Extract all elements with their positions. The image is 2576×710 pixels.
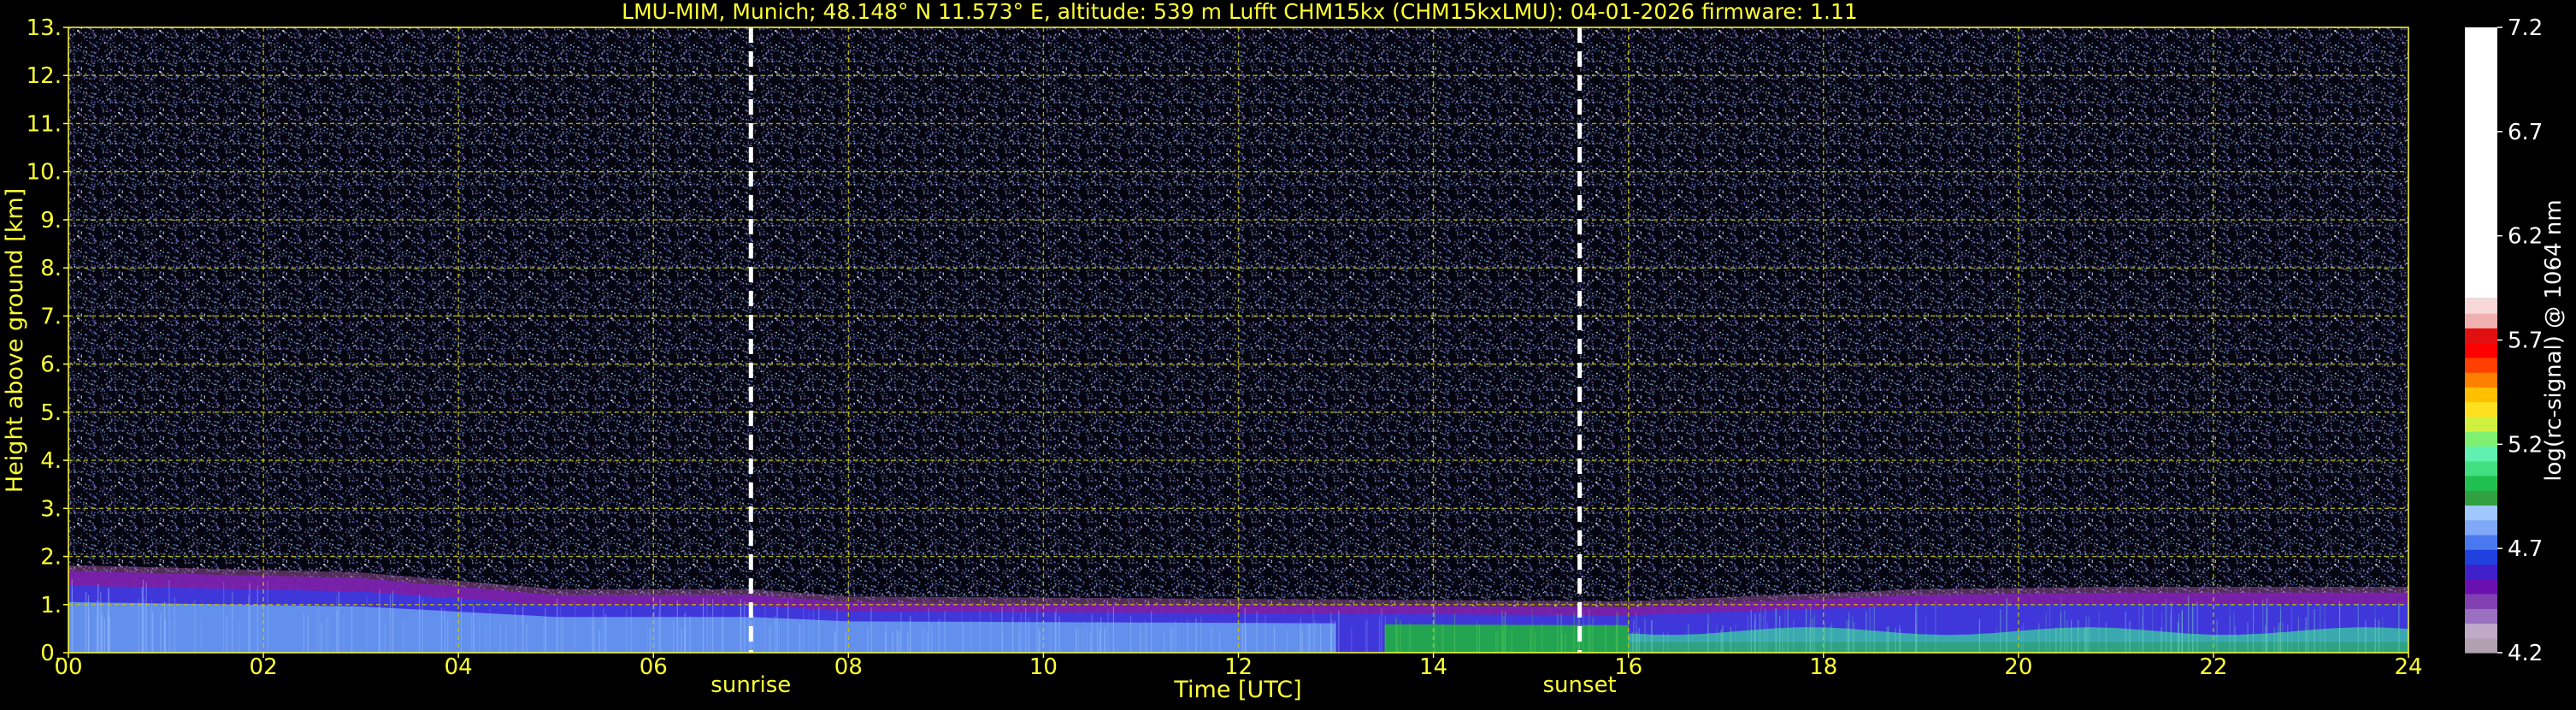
aerosol-green-band	[1384, 624, 1629, 653]
colorbar-tick-label: 6.2	[2508, 224, 2543, 250]
ceilometer-figure: LMU-MIM, Munich; 48.148° N 11.573° E, al…	[0, 0, 2576, 707]
x-tick-label: 10	[1029, 654, 1058, 680]
y-tick-label: 10.	[27, 160, 62, 186]
colorbar-tick-label: 6.7	[2508, 120, 2543, 145]
colorbar-tick-label: 7.2	[2508, 15, 2543, 41]
x-tick-label: 02	[250, 654, 278, 680]
colorbar-segment	[2465, 446, 2497, 462]
colorbar-segment	[2465, 328, 2497, 344]
colorbar-segment	[2465, 475, 2497, 491]
colorbar-segment	[2465, 519, 2497, 535]
y-tick-label: 13.	[27, 15, 62, 41]
chart-title: LMU-MIM, Munich; 48.148° N 11.573° E, al…	[622, 0, 1858, 24]
colorbar-segment	[2465, 27, 2497, 299]
y-tick-label: 3.	[40, 496, 62, 522]
marker-label-sunrise: sunrise	[710, 672, 791, 698]
colorbar-segment	[2465, 460, 2497, 476]
colorbar-segment	[2465, 623, 2497, 639]
colorbar-segment	[2465, 608, 2497, 624]
colorbar-segment	[2465, 505, 2497, 521]
x-tick-label: 16	[1614, 654, 1642, 680]
y-tick-label: 5.	[40, 400, 62, 426]
y-axis-label: Height above ground [km]	[2, 188, 28, 493]
x-tick-label: 00	[54, 654, 82, 680]
colorbar-segment	[2465, 416, 2497, 432]
colorbar-segment	[2465, 431, 2497, 447]
y-tick-label: 12.	[27, 63, 62, 89]
colorbar-segment	[2465, 490, 2497, 506]
x-tick-label: 14	[1419, 654, 1447, 680]
y-tick-label: 7.	[40, 304, 62, 329]
colorbar-segment	[2465, 372, 2497, 388]
plot-area	[68, 27, 2409, 654]
colorbar-segment	[2465, 313, 2497, 328]
x-tick-label: 20	[2004, 654, 2032, 680]
y-axis-ticks: 0.1.2.3.4.5.6.7.8.9.10.11.12.13.	[27, 15, 68, 666]
colorbar-tick-label: 4.2	[2508, 641, 2543, 666]
y-tick-label: 8.	[40, 256, 62, 281]
x-axis-label: Time [UTC]	[1173, 677, 1301, 703]
y-tick-label: 1.	[40, 593, 62, 618]
x-tick-label: 22	[2199, 654, 2227, 680]
ceilometer-chart: LMU-MIM, Munich; 48.148° N 11.573° E, al…	[2, 0, 2567, 703]
colorbar-tick-label: 5.7	[2508, 328, 2543, 354]
y-tick-label: 9.	[40, 208, 62, 234]
colorbar-segment	[2465, 534, 2497, 550]
colorbar-segments	[2465, 27, 2497, 654]
colorbar-segment	[2465, 594, 2497, 609]
marker-label-sunset: sunset	[1543, 672, 1617, 698]
colorbar-segment	[2465, 342, 2497, 358]
x-tick-label: 24	[2394, 654, 2422, 680]
colorbar-segment	[2465, 357, 2497, 373]
colorbar-segment	[2465, 564, 2497, 580]
x-tick-label: 18	[1809, 654, 1837, 680]
x-tick-label: 08	[834, 654, 863, 680]
colorbar-segment	[2465, 298, 2497, 314]
colorbar-segment	[2465, 578, 2497, 595]
colorbar-segment	[2465, 549, 2497, 565]
colorbar-ticks: 4.2 4.7 5.2 5.7 6.2 6.7 7.2	[2497, 15, 2543, 666]
colorbar-segment	[2465, 637, 2497, 654]
colorbar-segment	[2465, 401, 2497, 417]
x-tick-label: 04	[445, 654, 473, 680]
colorbar: 4.2 4.7 5.2 5.7 6.2 6.7 7.2 log(rc-signal) @ 1…	[2465, 15, 2567, 666]
y-tick-label: 4.	[40, 448, 62, 474]
y-tick-label: 6.	[40, 352, 62, 378]
colorbar-tick-label: 4.7	[2508, 536, 2543, 562]
colorbar-tick-label: 5.2	[2508, 432, 2543, 458]
colorbar-segment	[2465, 387, 2497, 403]
y-tick-label: 11.	[27, 111, 62, 137]
x-tick-label: 06	[640, 654, 668, 680]
colorbar-label: log(rc-signal) @ 1064 nm	[2541, 199, 2567, 481]
y-tick-label: 2.	[40, 545, 62, 571]
